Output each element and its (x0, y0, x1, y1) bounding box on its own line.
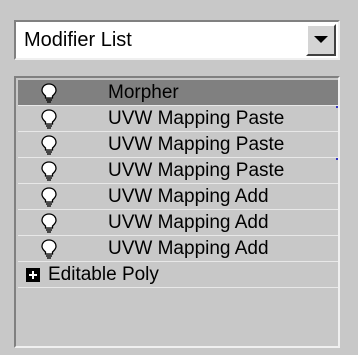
lightbulb-icon[interactable] (40, 239, 58, 259)
modifier-list-dropdown[interactable]: Modifier List (14, 20, 340, 60)
stack-marker (336, 158, 338, 160)
stack-item-label: UVW Mapping Add (108, 186, 269, 207)
plus-icon[interactable] (26, 268, 40, 282)
dropdown-arrow-button[interactable] (306, 24, 336, 56)
stack-item-label: UVW Mapping Paste (108, 134, 285, 155)
stack-item-label: UVW Mapping Add (108, 212, 269, 233)
chevron-down-icon (314, 36, 328, 43)
stack-item-uvw-mapping-add[interactable]: UVW Mapping Add (18, 236, 338, 262)
lightbulb-icon[interactable] (40, 187, 58, 207)
stack-item-uvw-mapping-add[interactable]: UVW Mapping Add (18, 184, 338, 210)
stack-item-label: Morpher (108, 82, 179, 103)
stack-marker (336, 106, 338, 108)
stack-item-editable-poly[interactable]: Editable Poly (18, 262, 338, 288)
stack-item-morpher[interactable]: Morpher (18, 80, 338, 106)
lightbulb-icon[interactable] (40, 161, 58, 181)
modifier-list-label: Modifier List (24, 29, 132, 51)
stack-item-uvw-mapping-paste[interactable]: UVW Mapping Paste (18, 106, 338, 132)
lightbulb-icon[interactable] (40, 109, 58, 129)
lightbulb-icon[interactable] (40, 83, 58, 103)
stack-item-label: UVW Mapping Add (108, 238, 269, 259)
modifier-stack[interactable]: Morpher UVW Mapping Paste UVW Mapping Pa… (14, 76, 340, 348)
lightbulb-icon[interactable] (40, 213, 58, 233)
stack-item-uvw-mapping-add[interactable]: UVW Mapping Add (18, 210, 338, 236)
stack-item-label: UVW Mapping Paste (108, 160, 285, 181)
lightbulb-icon[interactable] (40, 135, 58, 155)
stack-item-label: UVW Mapping Paste (108, 108, 285, 129)
stack-item-uvw-mapping-paste[interactable]: UVW Mapping Paste (18, 132, 338, 158)
stack-item-uvw-mapping-paste[interactable]: UVW Mapping Paste (18, 158, 338, 184)
modifier-panel: Modifier List Morpher UVW Mapping Paste (0, 0, 358, 355)
stack-item-label: Editable Poly (48, 264, 159, 285)
